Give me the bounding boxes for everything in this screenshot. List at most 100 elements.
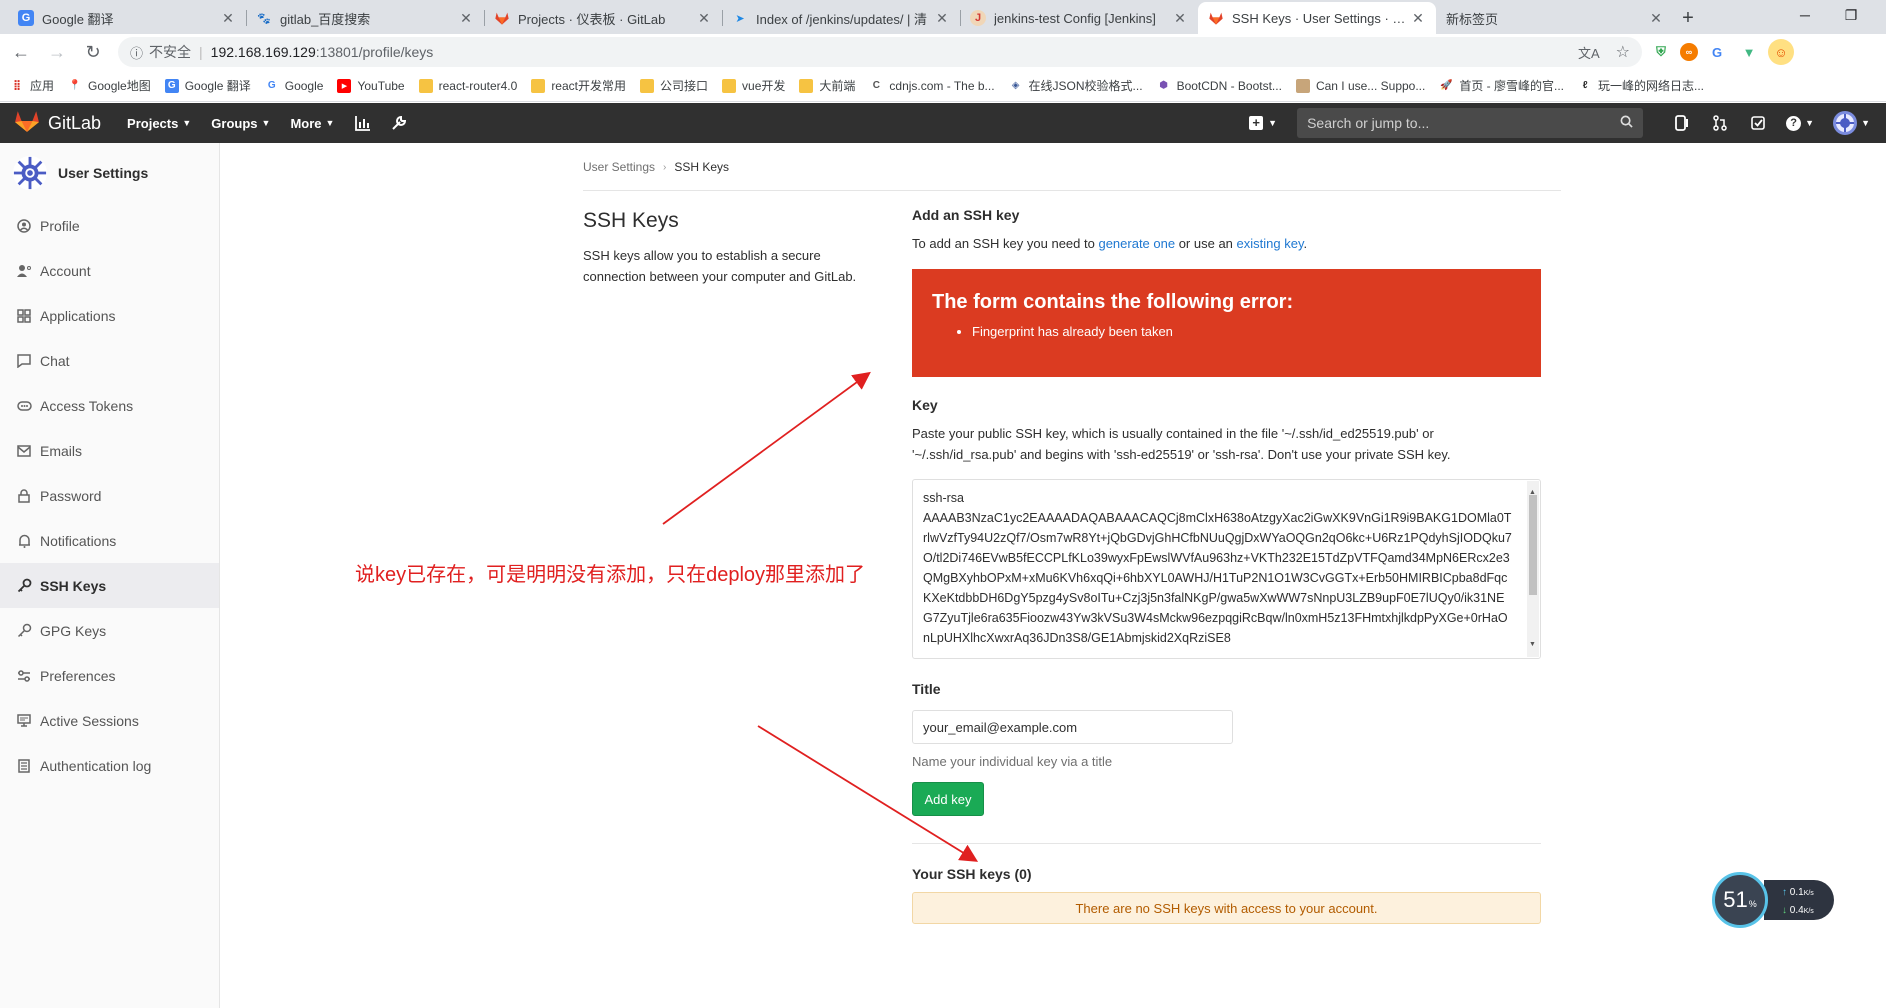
sidebar-item-account[interactable]: Account — [0, 248, 219, 293]
close-icon[interactable]: ✕ — [458, 10, 474, 27]
add-ssh-key-help: To add an SSH key you need to generate o… — [912, 233, 1541, 254]
bookmark-folder[interactable]: react-router4.0 — [418, 78, 517, 93]
minimize-icon[interactable]: ─ — [1782, 0, 1828, 30]
sidebar-item-profile[interactable]: Profile — [0, 203, 219, 248]
bookmark[interactable]: ℓ 玩一峰的网络日志... — [1578, 77, 1704, 94]
bookmark[interactable]: ▶ YouTube — [337, 78, 405, 93]
nav-label: Groups — [211, 115, 258, 131]
bookmark-label: 应用 — [30, 79, 55, 93]
scroll-down-icon[interactable]: ▼ — [1529, 635, 1536, 655]
cpu-usage-ring: 51% — [1712, 872, 1768, 928]
close-icon[interactable]: ✕ — [1172, 10, 1188, 27]
forward-icon[interactable]: → — [42, 37, 72, 67]
close-icon[interactable]: ✕ — [696, 10, 712, 27]
sidebar-item-gpg-keys[interactable]: GPG Keys — [0, 608, 219, 653]
merge-request-icon[interactable] — [1709, 112, 1731, 134]
vue-devtools-icon[interactable]: ▼ — [1736, 39, 1762, 65]
bookmark-folder[interactable]: vue开发 — [722, 77, 785, 94]
nav-label: Projects — [127, 115, 179, 131]
breadcrumb-current[interactable]: SSH Keys — [674, 160, 729, 174]
browser-tab[interactable]: G Google 翻译 ✕ — [8, 2, 246, 34]
avatar[interactable] — [1833, 111, 1858, 135]
close-icon[interactable]: ✕ — [934, 10, 950, 27]
sidebar-item-preferences[interactable]: Preferences — [0, 653, 219, 698]
generate-one-link[interactable]: generate one — [1098, 236, 1175, 251]
sidebar-item-notifications[interactable]: Notifications — [0, 518, 219, 563]
apps-icon: ⣿ — [13, 80, 21, 91]
browser-tab[interactable]: Projects · 仪表板 · GitLab ✕ — [484, 2, 722, 34]
shield-extension-icon[interactable]: ⛨ — [1648, 39, 1674, 65]
title-input[interactable]: your_email@example.com — [912, 710, 1233, 744]
sidebar-item-password[interactable]: Password — [0, 473, 219, 518]
translate-extension-icon[interactable]: G — [1704, 39, 1730, 65]
sidebar-item-access-tokens[interactable]: Access Tokens — [0, 383, 219, 428]
star-icon[interactable]: ☆ — [1616, 42, 1630, 62]
translate-icon[interactable]: 文A — [1578, 43, 1600, 62]
your-ssh-keys-heading: Your SSH keys (0) — [912, 866, 1032, 882]
insecure-label: 不安全 — [149, 44, 192, 60]
sidebar-item-authentication-log[interactable]: Authentication log — [0, 743, 219, 788]
reload-icon[interactable]: ↻ — [78, 37, 108, 67]
issues-icon[interactable] — [1671, 112, 1693, 134]
bookmark[interactable]: ⣿ 应用 — [10, 77, 54, 94]
close-icon[interactable]: ✕ — [220, 10, 236, 27]
back-icon[interactable]: ← — [6, 37, 36, 67]
sidebar-item-applications[interactable]: Applications — [0, 293, 219, 338]
browser-tab-active[interactable]: SSH Keys · User Settings · GitL ✕ — [1198, 2, 1436, 34]
bookmark[interactable]: ⬢ BootCDN - Bootst... — [1157, 79, 1282, 93]
upload-arrow-icon: ↑ — [1782, 887, 1787, 898]
textarea-scrollbar[interactable]: ▲ ▼ — [1527, 481, 1539, 657]
nav-more[interactable]: More ▼ — [290, 116, 334, 131]
sidebar-header[interactable]: User Settings — [0, 143, 219, 203]
bookmark-folder[interactable]: react开发常用 — [531, 77, 626, 94]
page-description: SSH keys allow you to establish a secure… — [583, 248, 857, 284]
net-rates: ↑ 0.1K/s ↓ 0.4K/s — [1764, 880, 1834, 920]
profile-avatar-icon[interactable]: ☺ — [1768, 39, 1794, 65]
bell-icon — [16, 533, 32, 549]
browser-tab[interactable]: J jenkins-test Config [Jenkins] ✕ — [960, 2, 1198, 34]
bookmark[interactable]: G Google — [265, 79, 324, 93]
address-input[interactable]: ⓘ 不安全 | 192.168.169.129 :13801/profile/k… — [118, 37, 1642, 67]
bookmark[interactable]: G Google 翻译 — [164, 77, 251, 94]
nav-projects[interactable]: Projects ▼ — [127, 116, 191, 131]
close-icon[interactable]: ✕ — [1410, 10, 1426, 27]
browser-tab[interactable]: ➤ Index of /jenkins/updates/ | 清 ✕ — [722, 2, 960, 34]
new-tab-icon[interactable]: + — [1674, 2, 1702, 34]
breadcrumb-link[interactable]: User Settings — [583, 160, 655, 174]
sidebar-item-chat[interactable]: Chat — [0, 338, 219, 383]
sidebar-item-label: Chat — [40, 352, 70, 369]
help-icon[interactable]: ? ▼ — [1785, 112, 1815, 134]
key-textarea[interactable]: ssh-rsa AAAAB3NzaC1yc2EAAAADAQABAAACAQCj… — [912, 479, 1541, 659]
extension-icon[interactable]: ∞ — [1680, 43, 1698, 61]
sidebar-item-active-sessions[interactable]: Active Sessions — [0, 698, 219, 743]
add-ssh-key-heading: Add an SSH key — [912, 207, 1020, 223]
network-speed-widget[interactable]: ↑ 0.1K/s ↓ 0.4K/s 51% — [1712, 872, 1834, 928]
todo-icon[interactable] — [1747, 112, 1769, 134]
gitlab-home-link[interactable]: GitLab — [14, 109, 101, 138]
info-icon[interactable]: ⓘ — [130, 43, 143, 62]
bookmark-folder[interactable]: 大前端 — [799, 77, 855, 94]
sidebar-item-emails[interactable]: Emails — [0, 428, 219, 473]
bookmark[interactable]: Ccdnjs.com - The b... — [869, 79, 995, 93]
bookmark-folder[interactable]: 公司接口 — [640, 77, 708, 94]
bookmark[interactable]: Can I use... Suppo... — [1295, 78, 1425, 93]
lock-icon — [16, 488, 32, 504]
restore-icon[interactable]: ❐ — [1828, 0, 1874, 30]
search-input[interactable]: Search or jump to... — [1297, 108, 1644, 138]
new-dropdown[interactable]: + ▼ — [1249, 116, 1277, 130]
bookmark[interactable]: 🚀 首页 - 廖雪峰的官... — [1439, 77, 1564, 94]
nav-label: More — [290, 115, 322, 131]
bookmark[interactable]: 📍 Google地图 — [68, 77, 151, 94]
browser-tab[interactable]: 🐾 gitlab_百度搜索 ✕ — [246, 2, 484, 34]
close-icon[interactable]: ✕ — [1648, 10, 1664, 27]
existing-key-link[interactable]: existing key — [1237, 236, 1304, 251]
scrollbar-thumb[interactable] — [1529, 495, 1537, 595]
add-key-button[interactable]: Add key — [912, 782, 984, 816]
nav-groups[interactable]: Groups ▼ — [211, 116, 270, 131]
browser-tab[interactable]: 新标签页 ✕ — [1436, 2, 1674, 34]
sidebar-item-ssh-keys[interactable]: SSH Keys — [0, 563, 219, 608]
bookmark[interactable]: ◈ 在线JSON校验格式... — [1009, 77, 1143, 94]
wrench-icon[interactable] — [390, 114, 408, 132]
chart-icon[interactable] — [354, 114, 372, 132]
sidebar-item-label: GPG Keys — [40, 622, 107, 639]
